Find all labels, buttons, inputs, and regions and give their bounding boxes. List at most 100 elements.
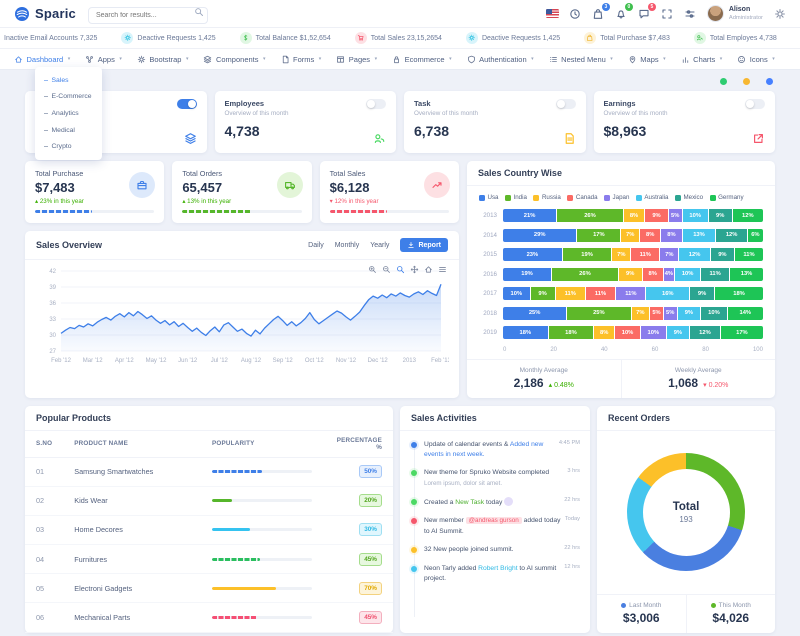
popular-products-card: Popular Products S.NOPRODUCT NAMEPOPULAR… [25,406,393,633]
language-flag-icon[interactable] [546,9,559,18]
nav-item-nested-menu[interactable]: Nested Menu▾ [549,55,613,64]
overview-card-earnings: EarningsOverview of this month$8,963 [594,91,776,153]
monthly-average-delta: ▴ 0.48% [549,381,574,389]
report-button[interactable]: Report [400,238,448,252]
popularity-bar [212,470,312,473]
year-label: 2018 [479,310,497,317]
cart-icon[interactable]: 3 [592,7,605,20]
nav-item-components[interactable]: Components▾ [203,55,265,64]
stat-cards-row: Total Purchase$7,483▴ 23% in this yearTo… [25,161,459,223]
sales-country-x-axis: 020406080100 [467,346,775,359]
chart-toolbar [368,265,447,274]
tab-yearly[interactable]: Yearly [370,242,389,249]
search-icon[interactable] [194,7,204,17]
nav-item-pages[interactable]: Pages▾ [336,55,377,64]
nav-item-authentication[interactable]: Authentication▾ [467,55,534,64]
card-subtitle: Overview of this month [604,110,668,117]
reset-zoom-icon[interactable] [424,265,433,274]
app-header: Sparic 3 0 5 AlisonAdministrator [0,0,800,28]
nav-label: Charts [693,55,715,64]
bar-segment: 17% [721,326,763,339]
svg-text:Dec '12: Dec '12 [368,358,389,364]
svg-text:Nov '12: Nov '12 [336,358,357,364]
nav-item-icons[interactable]: Icons▾ [737,55,774,64]
weekly-average-cell: Weekly Average 1,068▾ 0.20% [622,360,776,398]
bar-segment: 11% [616,287,645,300]
year-label: 2013 [479,212,497,219]
axis-tick: 0 [503,347,506,353]
toggle-switch[interactable] [366,99,386,109]
toggle-switch[interactable] [177,99,197,109]
toggle-switch[interactable] [745,99,765,109]
clock-icon[interactable] [569,7,582,20]
ticker-item: Inactive Email Accounts 7,325 [4,35,97,42]
dropdown-item-e-commerce[interactable]: E-Commerce [35,89,102,106]
product-row: 05Electroni Gadgets70% [25,574,393,603]
legend-item-mexico: Mexico [675,194,703,201]
gear-icon [137,55,146,64]
sales-overview-area-chart: 423936333027Feb '12Mar '12Apr '12May '12… [31,263,453,367]
activity-subtext: Lorem ipsum, dolor sit amet. [424,479,563,488]
main-content: EmployeesOverview of this month4,738Task… [0,70,800,636]
grid-icon [336,55,345,64]
dropdown-item-crypto[interactable]: Crypto [35,138,102,155]
user-menu[interactable]: AlisonAdministrator [707,5,763,22]
nav-label: Nested Menu [561,55,606,64]
bar-segment: 11% [631,248,659,261]
bar-segment: 7% [621,229,639,242]
axis-tick: 80 [702,347,709,353]
nav-item-maps[interactable]: Maps▾ [628,55,666,64]
popularity-bar [212,499,312,502]
dropdown-item-medical[interactable]: Medical [35,122,102,139]
year-label: 2016 [479,271,497,278]
bar-segment: 11% [556,287,585,300]
dropdown-item-analytics[interactable]: Analytics [35,105,102,122]
svg-text:May '12: May '12 [146,358,167,364]
nav-item-dashboard[interactable]: Dashboard▾ [14,55,70,64]
nav-item-charts[interactable]: Charts▾ [681,55,723,64]
settings-gear-icon[interactable] [773,7,786,20]
chart-menu-icon[interactable] [438,265,447,274]
country-bar-row: 201523%19%7%11%7%12%9%11% [479,248,763,261]
zoom-out-icon[interactable] [382,265,391,274]
card-title: Employees [225,99,289,108]
tab-daily[interactable]: Daily [308,242,324,249]
activities-timeline: Update of calendar events & Added new ev… [400,431,590,633]
zoom-in-icon[interactable] [368,265,377,274]
toggle-switch[interactable] [556,99,576,109]
nav-item-bootstrap[interactable]: Bootstrap▾ [137,55,189,64]
legend-item-india: India [505,194,527,201]
search-input[interactable] [88,7,208,24]
tab-monthly[interactable]: Monthly [335,242,360,249]
dropdown-item-sales[interactable]: Sales [35,72,102,89]
activity-time: 3 hrs [567,468,580,488]
stats-ticker-bar: Inactive Email Accounts 7,325Deactive Re… [0,28,800,49]
bar-segment: 9% [645,209,668,222]
nav-label: Apps [98,55,115,64]
nav-item-apps[interactable]: Apps▾ [85,55,122,64]
fullscreen-icon[interactable] [661,7,674,20]
svg-text:39: 39 [49,285,56,291]
pan-icon[interactable] [410,265,419,274]
notifications-icon[interactable]: 0 [615,7,628,20]
selection-zoom-icon[interactable] [396,265,405,274]
monthly-average-value: 2,186 [514,376,544,390]
axis-tick: 60 [652,347,659,353]
sliders-icon[interactable] [684,7,697,20]
chevron-down-icon: ▾ [186,56,189,62]
nav-item-ecommerce[interactable]: Ecommerce▾ [392,55,452,64]
recent-orders-card: Recent Orders Total 193 Last Month$3,006… [597,406,775,633]
brand-name: Sparic [35,6,76,21]
ticker-label: Total Purchase $7,483 [600,35,670,42]
bar-segment: 10% [701,307,726,320]
list-icon [549,55,558,64]
bar-segment: 11% [735,248,763,261]
app-logo[interactable]: Sparic [14,6,76,22]
messages-icon[interactable]: 5 [638,7,651,20]
stat-delta: ▴ 23% in this year [35,198,154,205]
nav-item-forms[interactable]: Forms▾ [281,55,322,64]
card-title: Earnings [604,99,668,108]
home-icon [14,55,23,64]
bar-segment: 12% [679,248,710,261]
percentage-badge: 45% [359,611,382,624]
